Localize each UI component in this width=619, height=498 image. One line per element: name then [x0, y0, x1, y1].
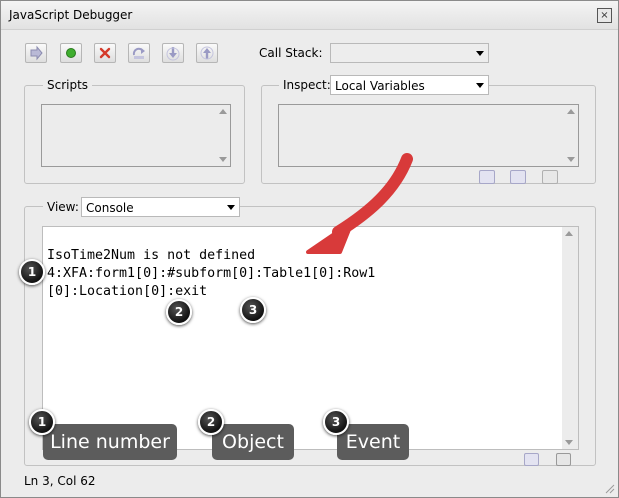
legend-pill-event: Event	[337, 424, 409, 460]
annotation-badge-1: 1	[19, 259, 45, 285]
annotation-badge-2: 2	[166, 299, 192, 325]
legend-pill-object: Object	[212, 424, 294, 460]
legend-badge-3: 3	[323, 409, 349, 435]
legend-badge-1: 1	[29, 409, 55, 435]
legend-pill-line-number: Line number	[43, 424, 177, 460]
annotation-badge-3: 3	[240, 297, 266, 323]
legend-badge-2: 2	[198, 409, 224, 435]
